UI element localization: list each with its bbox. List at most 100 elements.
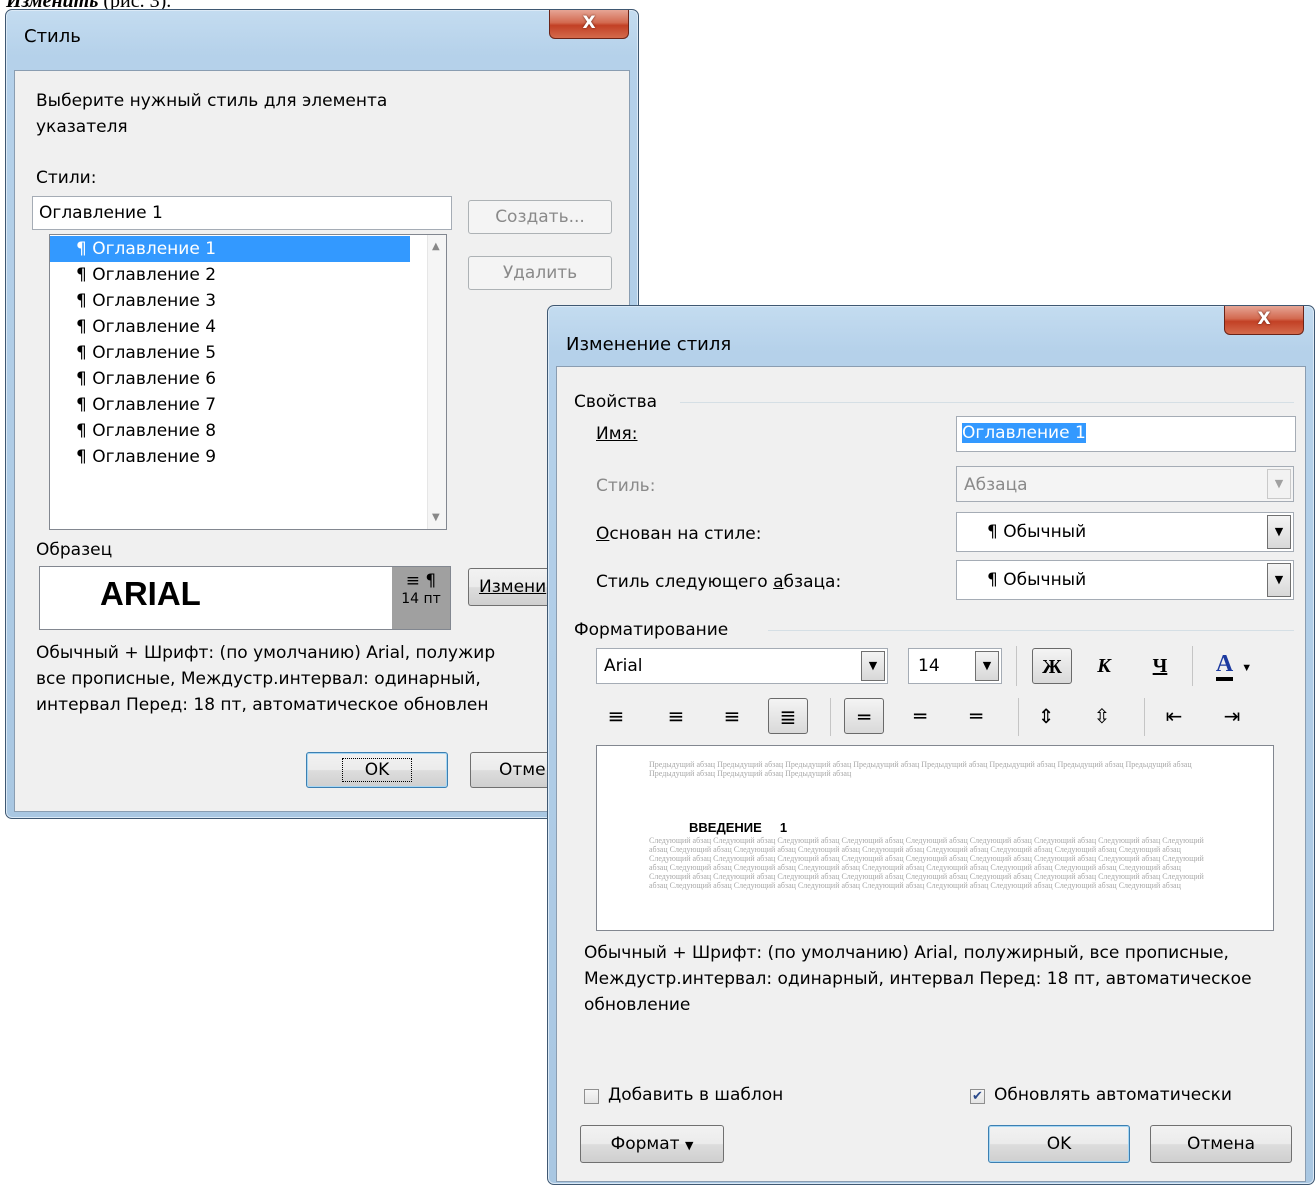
add-to-template-checkbox[interactable] (584, 1089, 599, 1104)
list-item-label[interactable]: Оглавление 2 (92, 265, 216, 285)
add-to-template-label[interactable]: Добавить в шаблон (608, 1085, 783, 1105)
format-button-label[interactable]: Формат (611, 1134, 680, 1154)
create-button[interactable]: Создать... (468, 200, 612, 234)
chevron-down-icon[interactable]: ▼ (975, 651, 999, 681)
scroll-down-icon[interactable]: ▼ (432, 512, 440, 523)
chevron-down-icon[interactable]: ▼ (1267, 563, 1291, 597)
preview-heading: ВВЕДЕНИЕ 1 (689, 820, 788, 835)
chevron-down-icon[interactable]: ▼ (1241, 662, 1252, 674)
pilcrow-icon: ¶ (76, 239, 93, 259)
name-value[interactable]: Оглавление 1 (962, 423, 1086, 443)
list-item[interactable]: ¶ Оглавление 3 (50, 288, 446, 314)
list-item-label[interactable]: Оглавление 7 (92, 395, 216, 415)
auto-update-label[interactable]: Обновлять автоматически (994, 1085, 1232, 1105)
underline-button[interactable]: Ч (1140, 648, 1180, 684)
close-button[interactable]: X (549, 10, 629, 39)
styles-list[interactable]: ¶ Оглавление 1 ¶ Оглавление 2 ¶ Оглавление… (49, 234, 447, 530)
ok-button[interactable]: OK (306, 752, 448, 788)
style-preview: Предыдущий абзац Предыдущий абзац Предыд… (596, 745, 1274, 931)
decrease-spacing-icon[interactable]: ⇳ (1082, 698, 1122, 734)
modify-button[interactable]: Измени (468, 568, 552, 606)
bold-button[interactable]: Ж (1032, 648, 1072, 684)
next-style-value[interactable]: ¶ Обычный (987, 570, 1086, 590)
name-input[interactable]: Оглавление 1 (956, 416, 1296, 452)
style-name-input[interactable]: Оглавление 1 (32, 196, 452, 230)
style-type-label: Стиль: (596, 476, 656, 496)
list-item-label[interactable]: Оглавление 1 (92, 239, 216, 259)
style-type-select[interactable]: Абзаца ▼ (956, 466, 1294, 502)
cancel-button[interactable]: Отмена (1150, 1125, 1292, 1163)
list-item[interactable]: ¶ Оглавление 9 (50, 444, 446, 470)
line-spacing-double-icon[interactable]: ═ (956, 698, 996, 734)
list-item[interactable]: ¶ Оглавление 6 (50, 366, 446, 392)
style-name-value[interactable]: Оглавление 1 (39, 203, 163, 223)
list-item[interactable]: ¶ Оглавление 7 (50, 392, 446, 418)
format-button[interactable]: Формат ▼ (580, 1125, 724, 1163)
list-item-label[interactable]: Оглавление 8 (92, 421, 216, 441)
list-item[interactable]: ¶ Оглавление 8 (50, 418, 446, 444)
chevron-down-icon[interactable]: ▼ (861, 651, 885, 681)
cancel-button[interactable]: Отме (470, 752, 552, 788)
line-spacing-single-icon[interactable]: ═ (844, 698, 884, 734)
sample-format-indicator: ≡ ¶ 14 пт (392, 567, 450, 629)
auto-update-checkbox[interactable]: ✔ (970, 1089, 985, 1104)
styles-list-scrollbar[interactable]: ▲ ▼ (427, 235, 446, 529)
list-item[interactable]: ¶ Оглавление 1 (50, 236, 410, 262)
pilcrow-icon: ¶ (76, 369, 93, 389)
list-item-label[interactable]: Оглавление 3 (92, 291, 216, 311)
pilcrow-icon: ¶ (76, 265, 93, 285)
list-item[interactable]: ¶ Оглавление 5 (50, 340, 446, 366)
scroll-up-icon[interactable]: ▲ (432, 241, 440, 252)
toolbar-separator (1016, 646, 1017, 686)
close-icon[interactable]: X (1257, 309, 1270, 329)
prompt-line: указателя (36, 117, 128, 137)
ok-button[interactable]: OK (988, 1125, 1130, 1163)
list-item-label[interactable]: Оглавление 9 (92, 447, 216, 467)
font-size-select[interactable]: 14 ▼ (908, 648, 1002, 684)
based-on-select[interactable]: ¶ Обычный ▼ (956, 512, 1294, 552)
font-value[interactable]: Arial (604, 656, 642, 676)
list-item-label[interactable]: Оглавление 6 (92, 369, 216, 389)
next-style-select[interactable]: ¶ Обычный ▼ (956, 560, 1294, 600)
style-type-value[interactable]: Абзаца (964, 475, 1028, 495)
delete-button[interactable]: Удалить (468, 256, 612, 290)
align-pilcrow-icon: ≡ ¶ (405, 571, 437, 591)
italic-button[interactable]: К (1084, 648, 1124, 684)
modify-style-description: Обычный + Шрифт: (по умолчанию) Arial, п… (584, 943, 1252, 1015)
align-right-icon[interactable]: ≡ (712, 698, 752, 734)
line-spacing-one-half-icon[interactable]: ═ (900, 698, 940, 734)
modify-button-label[interactable]: Измени (479, 577, 546, 597)
properties-divider (680, 402, 1294, 403)
chevron-down-icon[interactable]: ▼ (1267, 469, 1291, 499)
chevron-down-icon[interactable]: ▼ (1267, 515, 1291, 549)
decrease-indent-icon[interactable]: ⇤ (1154, 698, 1194, 734)
align-left-icon[interactable]: ≡ (596, 698, 636, 734)
formatting-group-label: Форматирование (574, 620, 729, 640)
preview-previous-paragraph: Предыдущий абзац Предыдущий абзац Предыд… (649, 760, 1192, 778)
increase-indent-icon[interactable]: ⇥ (1212, 698, 1252, 734)
modify-style-dialog-title: Изменение стиля (566, 334, 732, 355)
chevron-down-icon[interactable]: ▼ (685, 1139, 693, 1152)
font-color-icon[interactable]: A (1215, 651, 1234, 681)
prompt-line: Выберите нужный стиль для элемента (36, 91, 388, 111)
ok-button-label[interactable]: OK (341, 758, 413, 782)
font-select[interactable]: Arial ▼ (596, 648, 888, 684)
font-size-value[interactable]: 14 (918, 656, 940, 676)
next-style-label: Стиль следующего абзаца: (596, 572, 842, 592)
align-justify-icon[interactable]: ≣ (768, 698, 808, 734)
properties-group-label: Свойства (574, 392, 658, 412)
font-color-button[interactable]: A ▼ (1202, 646, 1266, 682)
based-on-value[interactable]: ¶ Обычный (987, 522, 1086, 542)
close-button[interactable]: X (1224, 306, 1304, 335)
style-description: Обычный + Шрифт: (по умолчанию) Arial, п… (36, 640, 548, 718)
list-item[interactable]: ¶ Оглавление 4 (50, 314, 446, 340)
based-on-label: Основан на стиле: (596, 524, 762, 544)
list-item[interactable]: ¶ Оглавление 2 (50, 262, 446, 288)
align-center-icon[interactable]: ≡ (656, 698, 696, 734)
toolbar-separator (1144, 698, 1145, 736)
increase-spacing-icon[interactable]: ⇕ (1026, 698, 1066, 734)
list-item-label[interactable]: Оглавление 5 (92, 343, 216, 363)
list-item-label[interactable]: Оглавление 4 (92, 317, 216, 337)
name-label: Имя: (596, 424, 638, 444)
close-icon[interactable]: X (582, 13, 595, 33)
